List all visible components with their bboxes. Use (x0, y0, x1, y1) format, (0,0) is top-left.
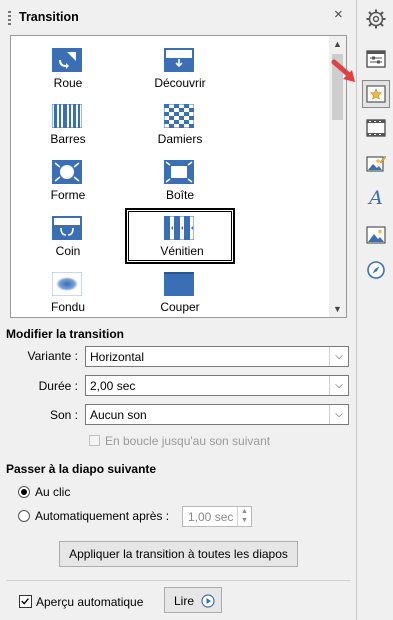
transition-item-couper[interactable]: Couper (125, 264, 235, 317)
auto-preview-checkbox[interactable] (19, 595, 32, 608)
transition-item-damiers[interactable]: Damiers (125, 96, 235, 152)
on-click-label: Au clic (35, 485, 71, 499)
wheel-transition-icon (52, 48, 82, 72)
chevron-down-icon: ⌵ (329, 405, 348, 424)
modify-transition-heading: Modifier la transition (6, 327, 125, 341)
auto-preview-label: Aperçu automatique (36, 595, 144, 609)
sound-value: Aucun son (90, 408, 147, 422)
transition-label: Coin (55, 244, 81, 258)
duration-label: Durée : (38, 379, 78, 393)
transition-gallery: Roue Découvrir Barres Damiers Forme Boît… (10, 35, 347, 318)
duration-select[interactable]: 2,00 sec ⌵ (85, 375, 349, 396)
drag-grip-icon[interactable] (8, 11, 11, 25)
navigator-icon[interactable] (365, 259, 387, 281)
radio-selected-dot (21, 489, 27, 495)
gallery-image-icon[interactable] (365, 153, 387, 175)
transition-label: Forme (50, 188, 86, 202)
sound-label: Son : (49, 408, 78, 422)
slide-transition-icon[interactable] (362, 80, 390, 108)
play-button[interactable]: Lire (164, 587, 222, 613)
shape-transition-icon (52, 160, 82, 184)
cut-transition-icon (164, 272, 194, 296)
transition-item-barres[interactable]: Barres (13, 96, 123, 152)
play-icon (201, 594, 215, 608)
auto-advance-time-value: 1,00 sec (188, 510, 234, 524)
panel-title: Transition (19, 10, 79, 24)
transition-item-decouvrir[interactable]: Découvrir (125, 40, 235, 96)
auto-advance-radio[interactable] (18, 510, 30, 522)
venetian-transition-icon (164, 216, 194, 240)
properties-icon[interactable] (365, 48, 387, 70)
bars-transition-icon (52, 104, 82, 128)
transition-item-forme[interactable]: Forme (13, 152, 123, 208)
transition-label: Damiers (157, 132, 203, 146)
chevron-down-icon: ⌵ (329, 347, 348, 366)
auto-advance-label: Automatiquement après : (35, 509, 170, 523)
sound-select[interactable]: Aucun son ⌵ (85, 404, 349, 425)
variant-value: Horizontal (90, 350, 145, 364)
auto-advance-time-field[interactable]: 1,00 sec ▲ ▼ (182, 506, 252, 527)
transition-label: Couper (160, 300, 200, 314)
image-icon[interactable] (365, 224, 387, 246)
checkers-transition-icon (164, 104, 194, 128)
star-slide-icon (366, 85, 386, 103)
transition-label: Fondu (50, 300, 86, 314)
transition-label: Barres (50, 132, 86, 146)
footer-divider (6, 580, 351, 581)
close-icon[interactable]: × (334, 6, 343, 23)
loop-sound-label: En boucle jusqu'au son suivant (105, 434, 271, 448)
advance-slide-heading: Passer à la diapo suivante (6, 462, 157, 476)
transition-label: Roue (53, 76, 83, 90)
transition-label: Vénitien (160, 244, 204, 258)
settings-icon[interactable] (365, 8, 387, 30)
animation-icon[interactable] (365, 117, 387, 139)
scroll-down-icon[interactable]: ▼ (329, 301, 346, 317)
uncover-transition-icon (164, 48, 194, 72)
on-click-radio[interactable] (18, 486, 30, 498)
transition-panel: Transition × Roue Découvrir Barres Damie… (0, 0, 357, 620)
panel-titlebar: Transition × (0, 0, 357, 34)
transition-item-venitien[interactable]: Vénitien (125, 208, 235, 264)
corner-transition-icon (52, 216, 82, 240)
variant-select[interactable]: Horizontal ⌵ (85, 346, 349, 367)
spin-arrows-icon[interactable]: ▲ ▼ (237, 507, 251, 526)
transition-item-fondu[interactable]: Fondu (13, 264, 123, 317)
transition-item-boite[interactable]: Boîte (125, 152, 235, 208)
transition-label: Découvrir (154, 76, 206, 90)
play-button-label: Lire (174, 594, 195, 608)
apply-to-all-slides-button[interactable]: Appliquer la transition à toutes les dia… (59, 541, 298, 567)
scroll-up-icon[interactable]: ▲ (329, 36, 346, 52)
sidebar-tabbar: A (331, 0, 393, 620)
fade-transition-icon (52, 272, 82, 296)
transition-item-coin[interactable]: Coin (13, 208, 123, 264)
variant-label: Variante : (27, 349, 78, 363)
styles-icon[interactable]: A (365, 187, 387, 209)
chevron-down-icon: ⌵ (329, 376, 348, 395)
transition-label: Boîte (165, 188, 195, 202)
pointer-arrow-icon (331, 59, 355, 82)
transition-item-roue[interactable]: Roue (13, 40, 123, 96)
box-transition-icon (164, 160, 194, 184)
loop-sound-checkbox[interactable] (89, 435, 100, 446)
duration-value: 2,00 sec (90, 379, 136, 393)
check-mark-icon (21, 598, 29, 605)
